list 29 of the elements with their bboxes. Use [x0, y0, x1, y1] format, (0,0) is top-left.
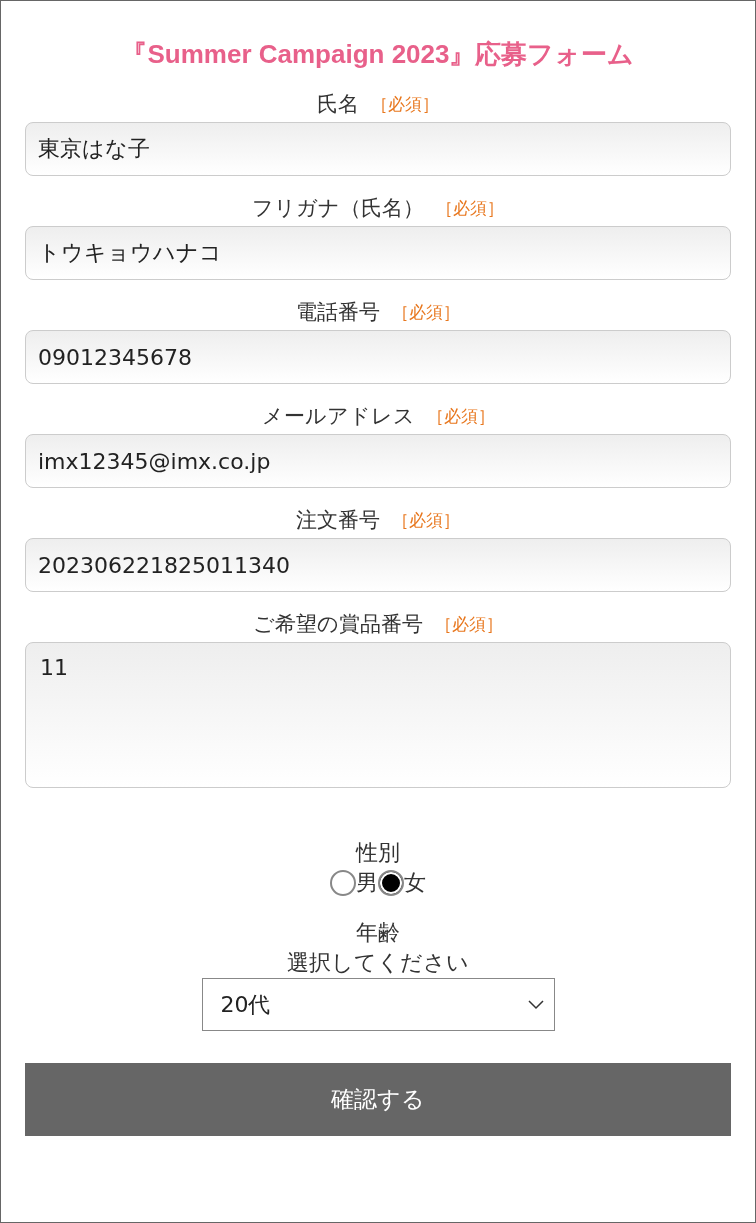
radio-label[interactable]: 女 — [404, 868, 426, 898]
field-label: 電話番号 — [296, 299, 380, 326]
chevron-down-icon — [527, 999, 544, 1010]
age-label: 年齢 — [356, 919, 400, 947]
form-title: 『Summer Campaign 2023』応募フォーム — [120, 38, 636, 71]
input-field[interactable]: 東京はな子 — [25, 122, 731, 176]
required-mark: ［必須］ — [435, 612, 503, 636]
confirm-button[interactable]: 確認する — [25, 1063, 731, 1136]
field-label: フリガナ（氏名） — [252, 195, 424, 222]
field-label: 注文番号 — [296, 507, 380, 534]
input-field[interactable]: imx12345@imx.co.jp — [25, 434, 731, 488]
field-label: メールアドレス — [261, 403, 415, 430]
input-field[interactable]: 202306221825011340 — [25, 538, 731, 592]
select-hint: 選択してください — [287, 949, 469, 977]
required-mark: ［必須］ — [392, 508, 460, 532]
required-mark: ［必須］ — [436, 196, 504, 220]
required-mark: ［必須］ — [371, 92, 439, 116]
text-area[interactable]: 11 — [25, 642, 731, 788]
radio-label[interactable]: 男 — [356, 868, 378, 898]
field-label: ご希望の賞品番号 — [253, 611, 423, 638]
field-label: 氏名 — [317, 91, 359, 118]
required-mark: ［必須］ — [392, 300, 460, 324]
input-field[interactable]: トウキョウハナコ — [25, 226, 731, 280]
input-field[interactable]: 09012345678 — [25, 330, 731, 384]
required-mark: ［必須］ — [426, 404, 495, 428]
radio-button[interactable] — [378, 870, 404, 896]
age-select[interactable]: 20代 — [201, 978, 555, 1031]
radio-button[interactable] — [330, 870, 356, 896]
gender-label: 性別 — [356, 839, 400, 867]
